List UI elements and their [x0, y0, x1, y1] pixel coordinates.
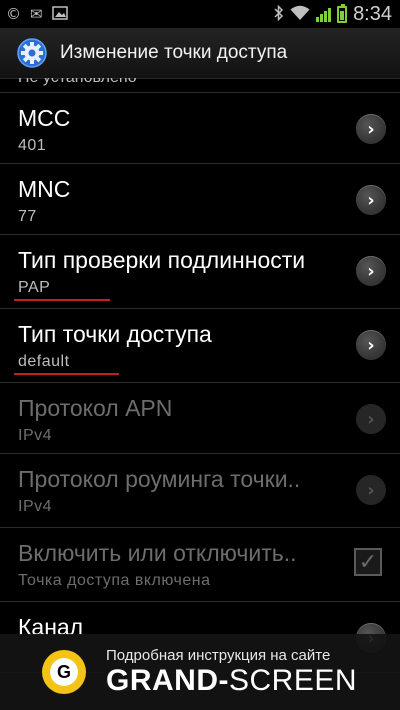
chevron-right-icon[interactable]: › — [356, 114, 386, 144]
list-item-summary: Точка доступа включена — [18, 572, 211, 589]
chevron-right-icon[interactable]: › — [356, 185, 386, 215]
list-item-title: Протокол роуминга точки.. — [18, 466, 301, 492]
list-item-apn-type[interactable]: Тип точки доступа default › — [0, 309, 400, 383]
banner-text: Подробная инструкция на сайте GRAND-SCRE… — [106, 647, 357, 698]
image-icon — [51, 5, 68, 23]
list-item-title: MCC — [18, 105, 71, 131]
status-bar-system: 8:34 — [274, 3, 400, 26]
status-bar: © ✉ 8:34 — [0, 0, 400, 28]
banner-caption: Подробная инструкция на сайте — [106, 646, 331, 664]
signal-icon — [316, 6, 332, 22]
list-item-title: Тип проверки подлинности — [18, 247, 306, 273]
page-title: Изменение точки доступа — [60, 42, 288, 63]
chevron-right-icon[interactable]: › — [356, 256, 386, 286]
list-item-title: Тип точки доступа — [18, 321, 212, 347]
list-item-apn-enable[interactable]: Включить или отключить.. Точка доступа в… — [0, 528, 400, 602]
logo-letter: G — [50, 658, 78, 686]
chevron-right-icon[interactable]: › — [356, 475, 386, 505]
apn-settings-list[interactable]: Не установлено MCC 401 › MNC 77 › Тип пр… — [0, 78, 400, 673]
mail-icon: ✉ — [30, 4, 43, 23]
apn-enable-checkbox[interactable]: ✓ — [354, 548, 382, 576]
list-item-summary: Не установлено — [18, 78, 137, 87]
list-item-roaming-protocol[interactable]: Протокол роуминга точки.. IPv4 › — [0, 454, 400, 528]
banner-brand: GRAND-SCREEN — [106, 664, 357, 698]
status-bar-notifications: © ✉ — [0, 4, 68, 23]
annotation-underline — [14, 299, 110, 301]
list-item-title: MNC — [18, 176, 71, 202]
list-item-apn-protocol[interactable]: Протокол APN IPv4 › — [0, 383, 400, 454]
list-item-summary: IPv4 — [18, 427, 53, 444]
list-item-mnc[interactable]: MNC 77 › — [0, 164, 400, 235]
battery-icon — [337, 3, 348, 23]
list-item-mcc[interactable]: MCC 401 › — [0, 93, 400, 164]
copyright-icon: © — [6, 4, 21, 23]
list-item-summary: default — [18, 353, 70, 370]
list-item-summary: IPv4 — [18, 498, 53, 515]
grand-screen-logo-icon: G — [42, 650, 86, 694]
settings-gear-icon[interactable] — [16, 37, 48, 69]
bluetooth-icon — [274, 4, 284, 24]
list-item-auth-type[interactable]: Тип проверки подлинности PAP › — [0, 235, 400, 309]
banner-brand-bold: GRAND- — [106, 663, 229, 697]
action-bar: Изменение точки доступа — [0, 28, 400, 79]
list-item-summary: PAP — [18, 279, 51, 296]
annotation-underline — [14, 373, 119, 375]
list-item-title: Включить или отключить.. — [18, 540, 297, 566]
site-banner: G Подробная инструкция на сайте GRAND-SC… — [0, 634, 400, 710]
list-item-summary: 401 — [18, 137, 47, 154]
wifi-icon — [290, 5, 310, 24]
chevron-right-icon[interactable]: › — [356, 404, 386, 434]
list-item-title: Протокол APN — [18, 395, 173, 421]
clock: 8:34 — [353, 2, 392, 25]
list-item-partial[interactable]: Не установлено — [0, 78, 400, 93]
list-item-summary: 77 — [18, 208, 37, 225]
banner-brand-regular: SCREEN — [229, 663, 358, 697]
chevron-right-icon[interactable]: › — [356, 330, 386, 360]
